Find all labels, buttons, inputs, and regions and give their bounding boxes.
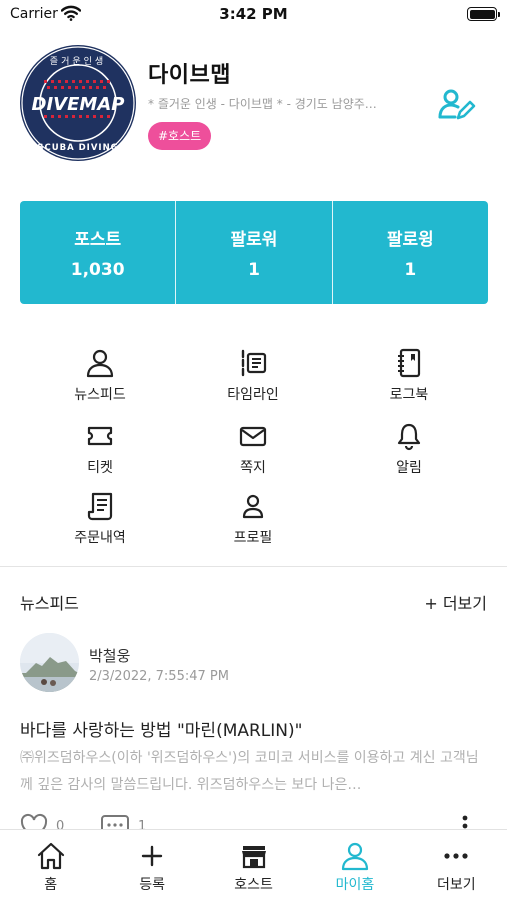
menu-orders[interactable]: 주문내역 <box>40 491 160 547</box>
ticket-icon <box>87 426 113 446</box>
post-date: 2/3/2022, 7:55:47 PM <box>89 669 229 684</box>
tab-home[interactable]: 홈 <box>0 830 101 900</box>
stat-value: 1 <box>248 260 260 280</box>
profile-name: 다이브맵 <box>148 63 231 88</box>
divemap-logo: 즐거운인생 DIVEMAP SCUBA DIVING <box>20 45 136 161</box>
stat-following[interactable]: 팔로윙 1 <box>331 201 488 304</box>
stat-value: 1,030 <box>70 260 125 280</box>
post-author[interactable]: 박철웅 <box>89 645 130 666</box>
tab-bar: 홈 등록 호스트 마이홈 더보기 <box>0 829 507 900</box>
post-options-icon[interactable] <box>462 815 468 829</box>
notebook-icon <box>398 348 421 378</box>
newsfeed-more-link[interactable]: + 더보기 <box>424 590 487 614</box>
menu-label: 쪽지 <box>240 460 266 476</box>
mail-icon <box>239 426 267 447</box>
host-badge[interactable]: #호스트 <box>148 122 212 150</box>
tab-host[interactable]: 호스트 <box>203 830 304 900</box>
clock: 3:42 PM <box>219 5 288 23</box>
timeline-icon <box>241 349 267 377</box>
menu-message[interactable]: 쪽지 <box>193 421 313 477</box>
profile-description: * 즐거운 인생 - 다이브맵 * - 경기도 남양주… <box>148 97 377 111</box>
stat-label: 팔로윙 <box>386 230 434 250</box>
plus-icon <box>141 845 163 867</box>
profile-icon <box>242 494 264 519</box>
tab-more[interactable]: 더보기 <box>406 830 507 900</box>
menu-logbook[interactable]: 로그북 <box>349 348 469 404</box>
logo-bottom-text: SCUBA DIVING <box>37 143 118 153</box>
comment-count: 1 <box>138 819 147 829</box>
tab-label: 등록 <box>139 877 165 893</box>
menu-label: 프로필 <box>233 530 273 546</box>
stat-followers[interactable]: 팔로워 1 <box>175 201 331 304</box>
comment-icon <box>101 815 129 829</box>
tab-register[interactable]: 등록 <box>101 830 202 900</box>
stats-box: 포스트 1,030 팔로워 1 팔로윙 1 <box>20 201 488 304</box>
post-title[interactable]: 바다를 사랑하는 방법 "마린(MARLIN)" <box>20 716 302 741</box>
tab-myhome[interactable]: 마이홈 <box>304 830 405 900</box>
bell-icon <box>397 423 421 451</box>
tab-label: 마이홈 <box>335 877 375 893</box>
stat-posts[interactable]: 포스트 1,030 <box>20 201 175 304</box>
more-dots-icon <box>444 853 468 859</box>
stat-value: 1 <box>404 260 417 280</box>
stat-label: 포스트 <box>74 230 122 250</box>
menu-label: 주문내역 <box>74 530 126 546</box>
logo-top-text: 즐거운인생 <box>50 56 106 67</box>
tab-label: 홈 <box>44 877 58 893</box>
menu-label: 알림 <box>396 460 422 476</box>
logo-brand: DIVEMAP <box>32 94 125 115</box>
store-icon <box>241 846 266 869</box>
stat-label: 팔로워 <box>230 230 278 250</box>
battery-icon <box>467 7 500 21</box>
menu-newsfeed[interactable]: 뉴스피드 <box>40 348 160 404</box>
menu-label: 티켓 <box>87 460 113 476</box>
receipt-icon <box>87 492 113 521</box>
like-button[interactable]: 0 <box>20 813 64 829</box>
user-edit-icon[interactable] <box>438 88 476 122</box>
menu-label: 뉴스피드 <box>74 387 126 403</box>
like-count: 0 <box>56 819 65 829</box>
section-divider <box>0 566 507 567</box>
author-avatar[interactable] <box>20 633 79 692</box>
menu-label: 로그북 <box>389 387 429 403</box>
menu-alarm[interactable]: 알림 <box>349 421 469 477</box>
home-icon <box>37 842 64 870</box>
menu-profile[interactable]: 프로필 <box>193 491 313 547</box>
menu-timeline[interactable]: 타임라인 <box>193 348 313 404</box>
post-excerpt[interactable]: ㈜위즈덤하우스(이하 '위즈덤하우스')의 코미코 서비스를 이용하고 계신 고… <box>20 745 490 799</box>
user-icon <box>341 842 369 871</box>
tab-label: 더보기 <box>437 877 476 893</box>
comment-button[interactable]: 1 <box>100 813 146 829</box>
person-icon <box>86 349 114 378</box>
menu-ticket[interactable]: 티켓 <box>40 421 160 477</box>
status-bar: Carrier 3:42 PM <box>0 0 507 30</box>
tab-label: 호스트 <box>234 877 273 893</box>
newsfeed-title: 뉴스피드 <box>20 594 79 613</box>
post-actions: 0 1 <box>20 813 490 829</box>
menu-label: 타임라인 <box>227 387 279 403</box>
heart-icon <box>20 813 48 829</box>
